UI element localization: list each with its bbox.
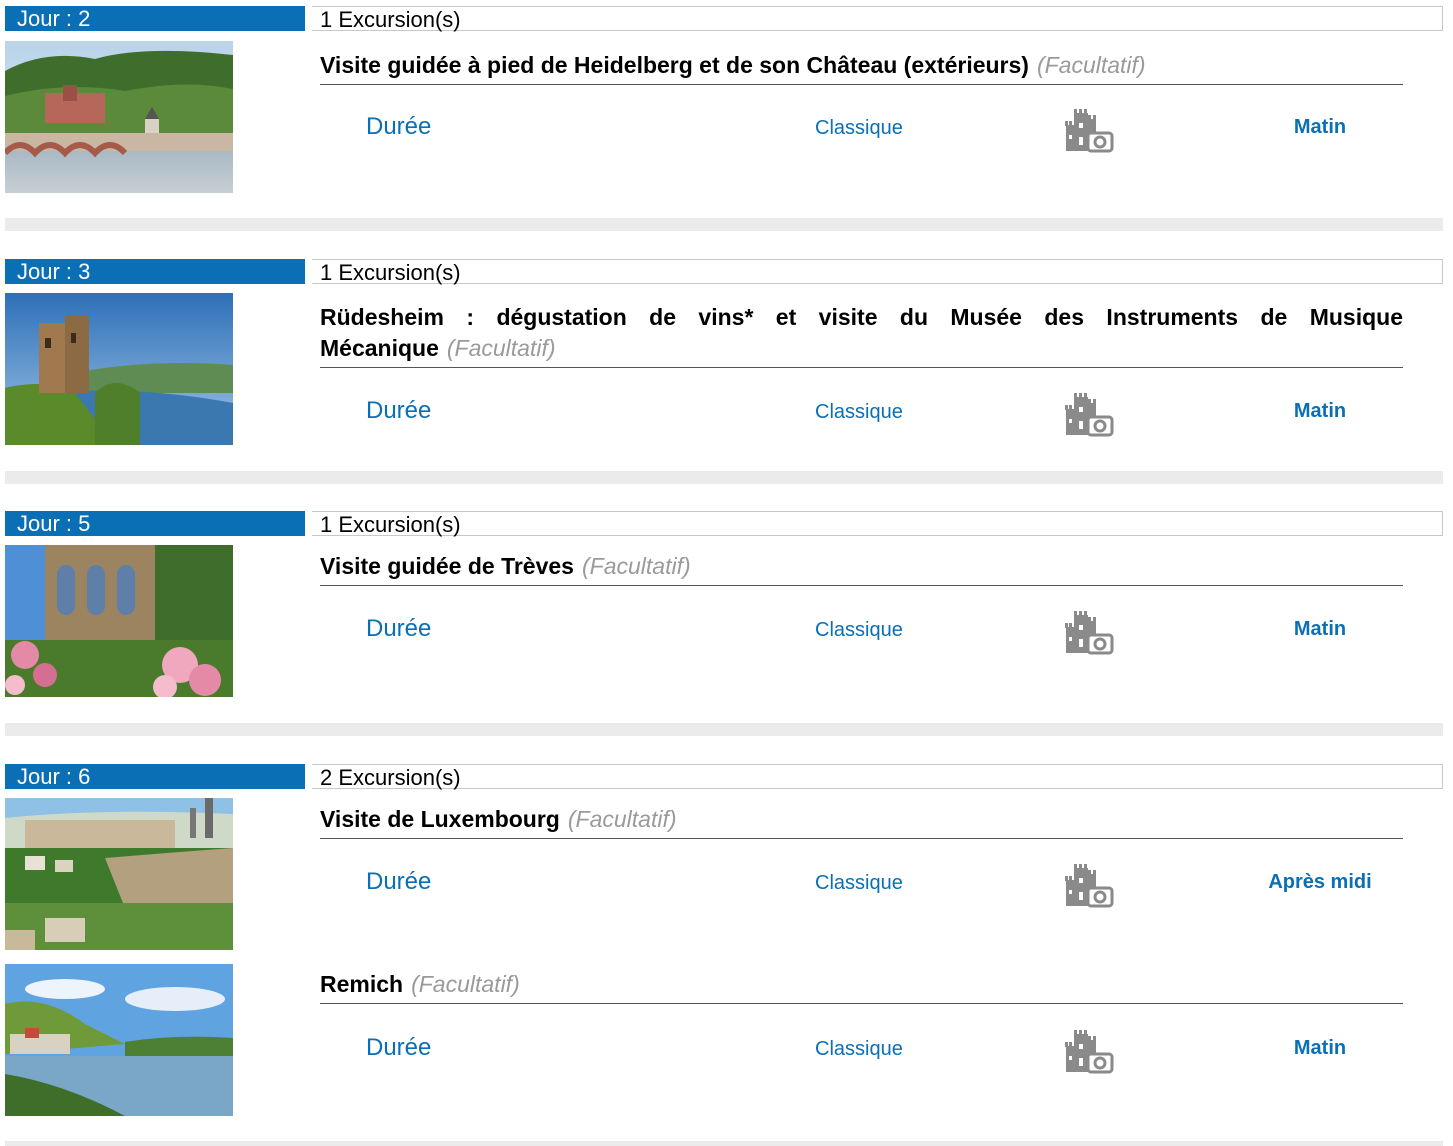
duration-label[interactable]: Durée xyxy=(366,868,431,896)
day-block-2: Jour : 2 1 Excursion(s) Visite guidée à … xyxy=(5,6,1443,194)
day-badge: Jour : 6 xyxy=(5,764,305,789)
day-block-6: Jour : 6 2 Excursion(s) Visite de Luxemb… xyxy=(5,764,1443,1117)
duration-label[interactable]: Durée xyxy=(366,113,431,141)
optional-label: (Facultatif) xyxy=(567,806,677,832)
excursion-photo-treves[interactable] xyxy=(5,545,233,697)
excursion-item[interactable]: Visite guidée de Trèves (Facultatif) Duré… xyxy=(5,545,1443,698)
day-block-5: Jour : 5 1 Excursion(s) Visite guidée de… xyxy=(5,511,1443,698)
period-label: Après midi xyxy=(1268,871,1372,893)
excursion-title-text: Visite guidée de Trèves xyxy=(320,553,574,579)
period-label: Matin xyxy=(1293,116,1347,138)
day-separator xyxy=(5,1141,1443,1146)
category-label: Classique xyxy=(815,1038,903,1060)
day-block-3: Jour : 3 1 Excursion(s) Rüdesheim : dégu… xyxy=(5,259,1443,446)
category-label: Classique xyxy=(815,401,903,423)
excursion-meta: Durée Classique Matin xyxy=(320,1024,1443,1074)
excursion-photo-rudesheim[interactable] xyxy=(5,293,233,445)
day-header: Jour : 2 1 Excursion(s) xyxy=(5,6,1443,32)
castle-camera-icon xyxy=(1058,1024,1116,1074)
excursion-title[interactable]: Visite guidée à pied de Heidelberg et de… xyxy=(320,50,1403,85)
day-separator xyxy=(5,723,1443,736)
excursion-title[interactable]: Remich (Facultatif) xyxy=(320,969,1403,1004)
excursion-item[interactable]: Visite de Luxembourg (Facultatif) Durée C… xyxy=(5,798,1443,951)
excursion-count: 2 Excursion(s) xyxy=(312,764,1443,790)
luxembourg-city-photo xyxy=(5,798,233,950)
excursion-title[interactable]: Visite guidée de Trèves (Facultatif) xyxy=(320,551,1403,586)
optional-label: (Facultatif) xyxy=(411,971,520,997)
castle-camera-icon xyxy=(1058,858,1116,908)
remich-river-photo xyxy=(5,964,233,1116)
optional-label: (Facultatif) xyxy=(446,335,556,361)
excursion-title[interactable]: Visite de Luxembourg (Facultatif) xyxy=(320,804,1403,839)
excursion-count: 1 Excursion(s) xyxy=(312,511,1443,537)
duration-label[interactable]: Durée xyxy=(366,1034,431,1062)
period-label: Matin xyxy=(1293,618,1347,640)
excursion-title-text: Remich xyxy=(320,971,404,997)
category-label: Classique xyxy=(815,872,903,894)
period-label: Matin xyxy=(1293,1037,1347,1059)
excursion-meta: Durée Classique Matin xyxy=(320,103,1443,153)
excursion-meta: Durée Classique Après midi xyxy=(320,858,1443,908)
category-label: Classique xyxy=(815,619,903,641)
day-badge: Jour : 5 xyxy=(5,511,305,536)
trier-ruins-photo xyxy=(5,545,233,697)
castle-camera-icon xyxy=(1058,103,1116,153)
duration-label[interactable]: Durée xyxy=(366,397,431,425)
day-badge: Jour : 2 xyxy=(5,6,305,31)
heidelberg-photo xyxy=(5,41,233,193)
category-label: Classique xyxy=(815,117,903,139)
day-separator xyxy=(5,218,1443,231)
excursion-title[interactable]: Rüdesheim : dégustation de vins* et visi… xyxy=(320,302,1403,368)
excursion-title-text: Visite guidée à pied de Heidelberg et de… xyxy=(320,52,1029,78)
excursion-photo-remich[interactable] xyxy=(5,964,233,1116)
rhine-castle-photo xyxy=(5,293,233,445)
excursion-count: 1 Excursion(s) xyxy=(312,259,1443,285)
excursion-item[interactable]: Rüdesheim : dégustation de vins* et visi… xyxy=(5,293,1443,446)
castle-camera-icon xyxy=(1058,387,1116,437)
day-header: Jour : 5 1 Excursion(s) xyxy=(5,511,1443,537)
excursion-photo-luxembourg[interactable] xyxy=(5,798,233,950)
excursion-meta: Durée Classique Matin xyxy=(320,605,1443,655)
day-header: Jour : 6 2 Excursion(s) xyxy=(5,764,1443,790)
excursion-count: 1 Excursion(s) xyxy=(312,6,1443,32)
castle-camera-icon xyxy=(1058,605,1116,655)
excursion-item[interactable]: Remich (Facultatif) Durée Classique Matin xyxy=(5,964,1443,1117)
excursion-photo-heidelberg[interactable] xyxy=(5,41,233,193)
period-label: Matin xyxy=(1293,400,1347,422)
excursion-meta: Durée Classique Matin xyxy=(320,387,1443,437)
day-badge: Jour : 3 xyxy=(5,259,305,284)
excursion-item[interactable]: Visite guidée à pied de Heidelberg et de… xyxy=(5,41,1443,194)
optional-label: (Facultatif) xyxy=(581,553,691,579)
day-header: Jour : 3 1 Excursion(s) xyxy=(5,259,1443,285)
excursion-title-text: Visite de Luxembourg xyxy=(320,806,560,832)
day-separator xyxy=(5,471,1443,484)
optional-label: (Facultatif) xyxy=(1036,52,1146,78)
duration-label[interactable]: Durée xyxy=(366,615,431,643)
